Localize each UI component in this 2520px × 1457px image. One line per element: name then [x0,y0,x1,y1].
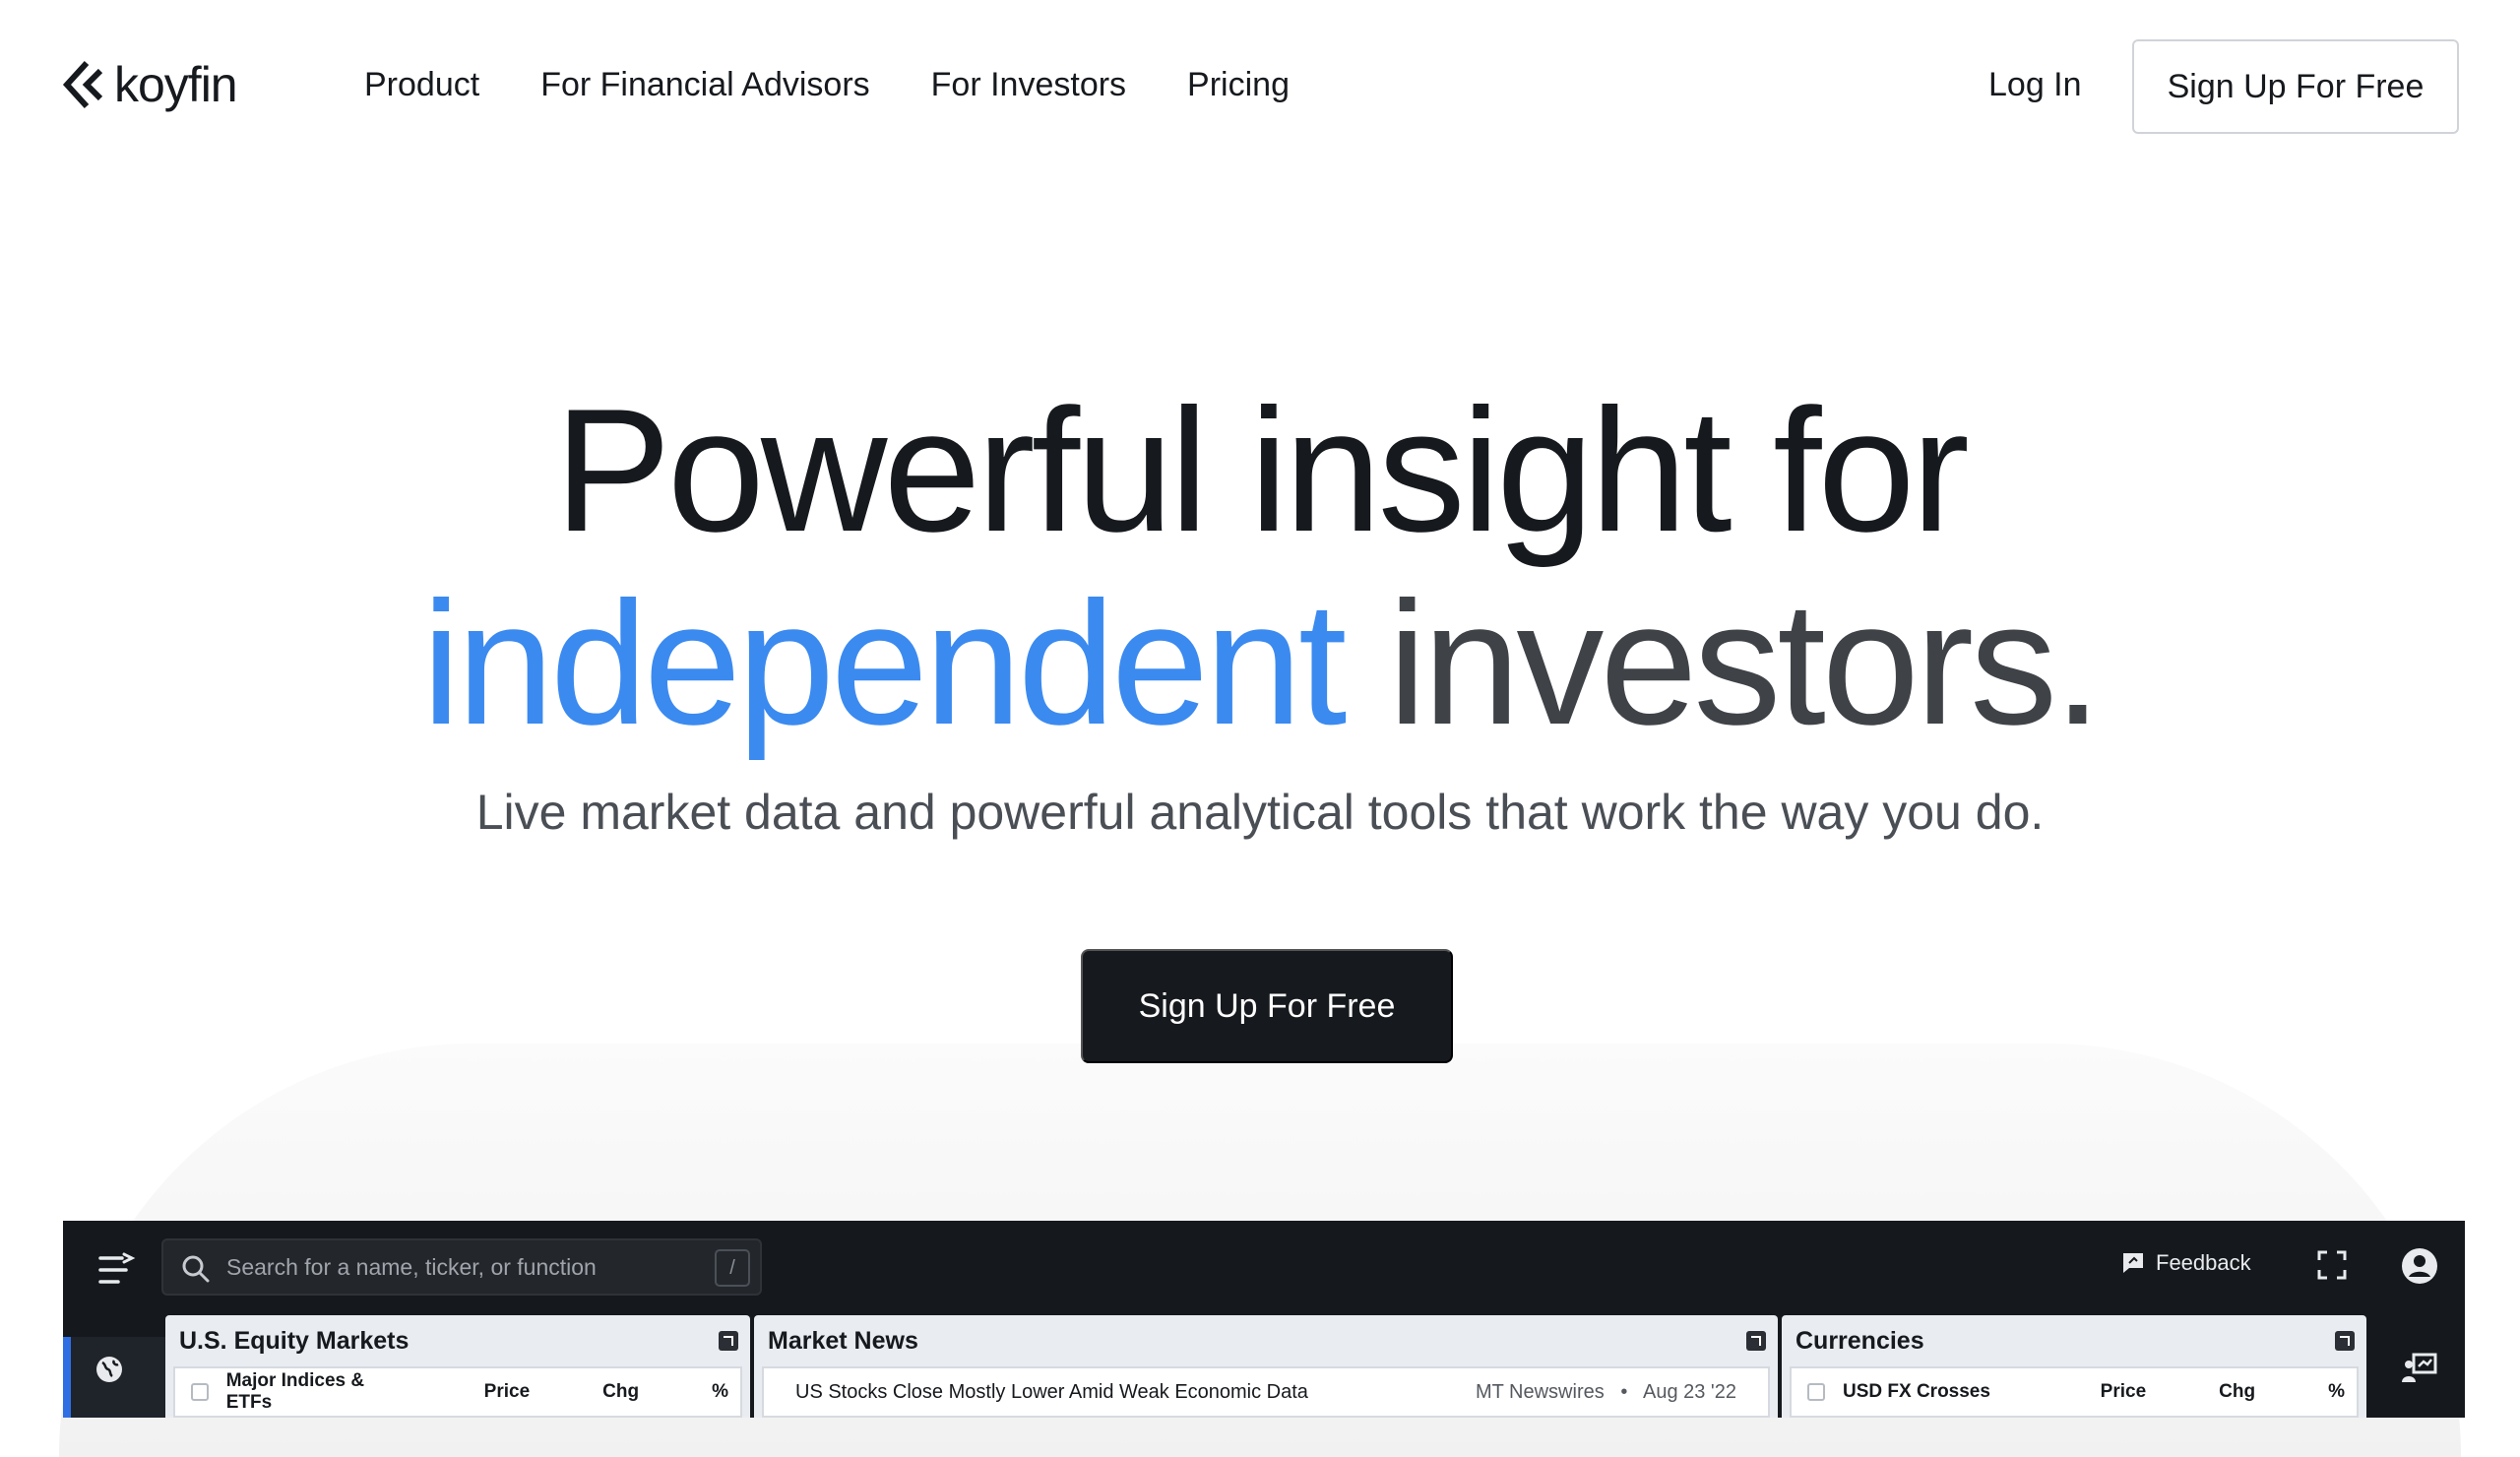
nav-item-financial-advisors[interactable]: For Financial Advisors [540,61,869,108]
panel-title: U.S. Equity Markets [179,1327,410,1355]
row-label: Major Indices & ETFs [225,1370,365,1413]
search-input[interactable]: Search for a name, ticker, or function [226,1254,597,1281]
column-price: Price [483,1381,531,1402]
table-row[interactable]: Major Indices & ETFs Price Chg % [173,1366,742,1418]
column-chg: Chg [602,1381,640,1402]
login-link[interactable]: Log In [1988,61,2082,108]
nav-item-product[interactable]: Product [364,61,479,108]
column-headers: Price Chg % [2028,1381,2357,1403]
row-label: USD FX Crosses [1843,1381,1990,1402]
panel-market-news: Market News US Stocks Close Mostly Lower… [754,1315,1778,1418]
logo[interactable]: koyfin [61,57,238,112]
external-link-icon[interactable] [1746,1331,1766,1351]
column-headers: Price Chg % [411,1381,740,1403]
row-checkbox[interactable] [1807,1383,1825,1401]
sidebar-active-indicator [63,1337,71,1418]
search-bar[interactable]: Search for a name, ticker, or function / [161,1238,762,1296]
row-checkbox[interactable] [191,1383,209,1401]
main-menu: Product For Financial Advisors For Inves… [364,61,1351,108]
news-date: Aug 23 '22 [1642,1380,1736,1403]
column-pct: % [712,1381,728,1402]
feedback-button[interactable]: Feedback [2120,1250,2251,1276]
hero-heading: Powerful insight for independent investo… [0,374,2520,760]
news-item[interactable]: US Stocks Close Mostly Lower Amid Weak E… [762,1366,1770,1418]
menu-icon[interactable] [96,1250,136,1290]
news-source: MT Newswires [1475,1380,1605,1403]
user-icon[interactable] [2400,1246,2439,1286]
signup-button-header[interactable]: Sign Up For Free [2132,39,2459,134]
search-icon [182,1255,210,1283]
panel-us-equity: U.S. Equity Markets Major Indices & ETFs… [165,1315,750,1418]
news-headline[interactable]: US Stocks Close Mostly Lower Amid Weak E… [795,1381,1308,1404]
nav-item-pricing[interactable]: Pricing [1187,61,1290,108]
search-shortcut-badge: / [715,1249,750,1287]
feedback-label: Feedback [2156,1250,2251,1275]
panel-title: Currencies [1796,1327,1924,1355]
signup-button-hero[interactable]: Sign Up For Free [1081,949,1453,1063]
hero-line-1: Powerful insight for [554,372,1970,568]
column-chg: Chg [2219,1381,2256,1402]
external-link-icon[interactable] [719,1331,738,1351]
globe-icon [96,1357,122,1382]
feedback-icon [2123,1253,2143,1273]
panel-title: Market News [768,1327,918,1355]
presentation-icon[interactable] [2400,1349,2439,1388]
app-preview: Search for a name, ticker, or function /… [63,1221,2465,1418]
hero-line-2-rest: investors. [1387,565,2103,761]
nav-item-investors[interactable]: For Investors [931,61,1126,108]
brand-name: koyfin [114,57,238,112]
top-nav: koyfin Product For Financial Advisors Fo… [0,0,2520,169]
hero-subtitle: Live market data and powerful analytical… [475,785,2045,840]
external-link-icon[interactable] [2335,1331,2355,1351]
fullscreen-icon[interactable] [2315,1248,2349,1282]
koyfin-logo-icon [62,60,103,109]
news-meta: MT Newswires • Aug 23 '22 [1475,1380,1736,1403]
hero-highlight: independent [421,565,1347,761]
panel-currencies: Currencies USD FX Crosses Price Chg % [1782,1315,2366,1418]
column-pct: % [2328,1381,2345,1402]
column-price: Price [2100,1381,2147,1402]
hero-line-2: independent investors. [0,567,2520,760]
table-row[interactable]: USD FX Crosses Price Chg % [1790,1366,2359,1418]
